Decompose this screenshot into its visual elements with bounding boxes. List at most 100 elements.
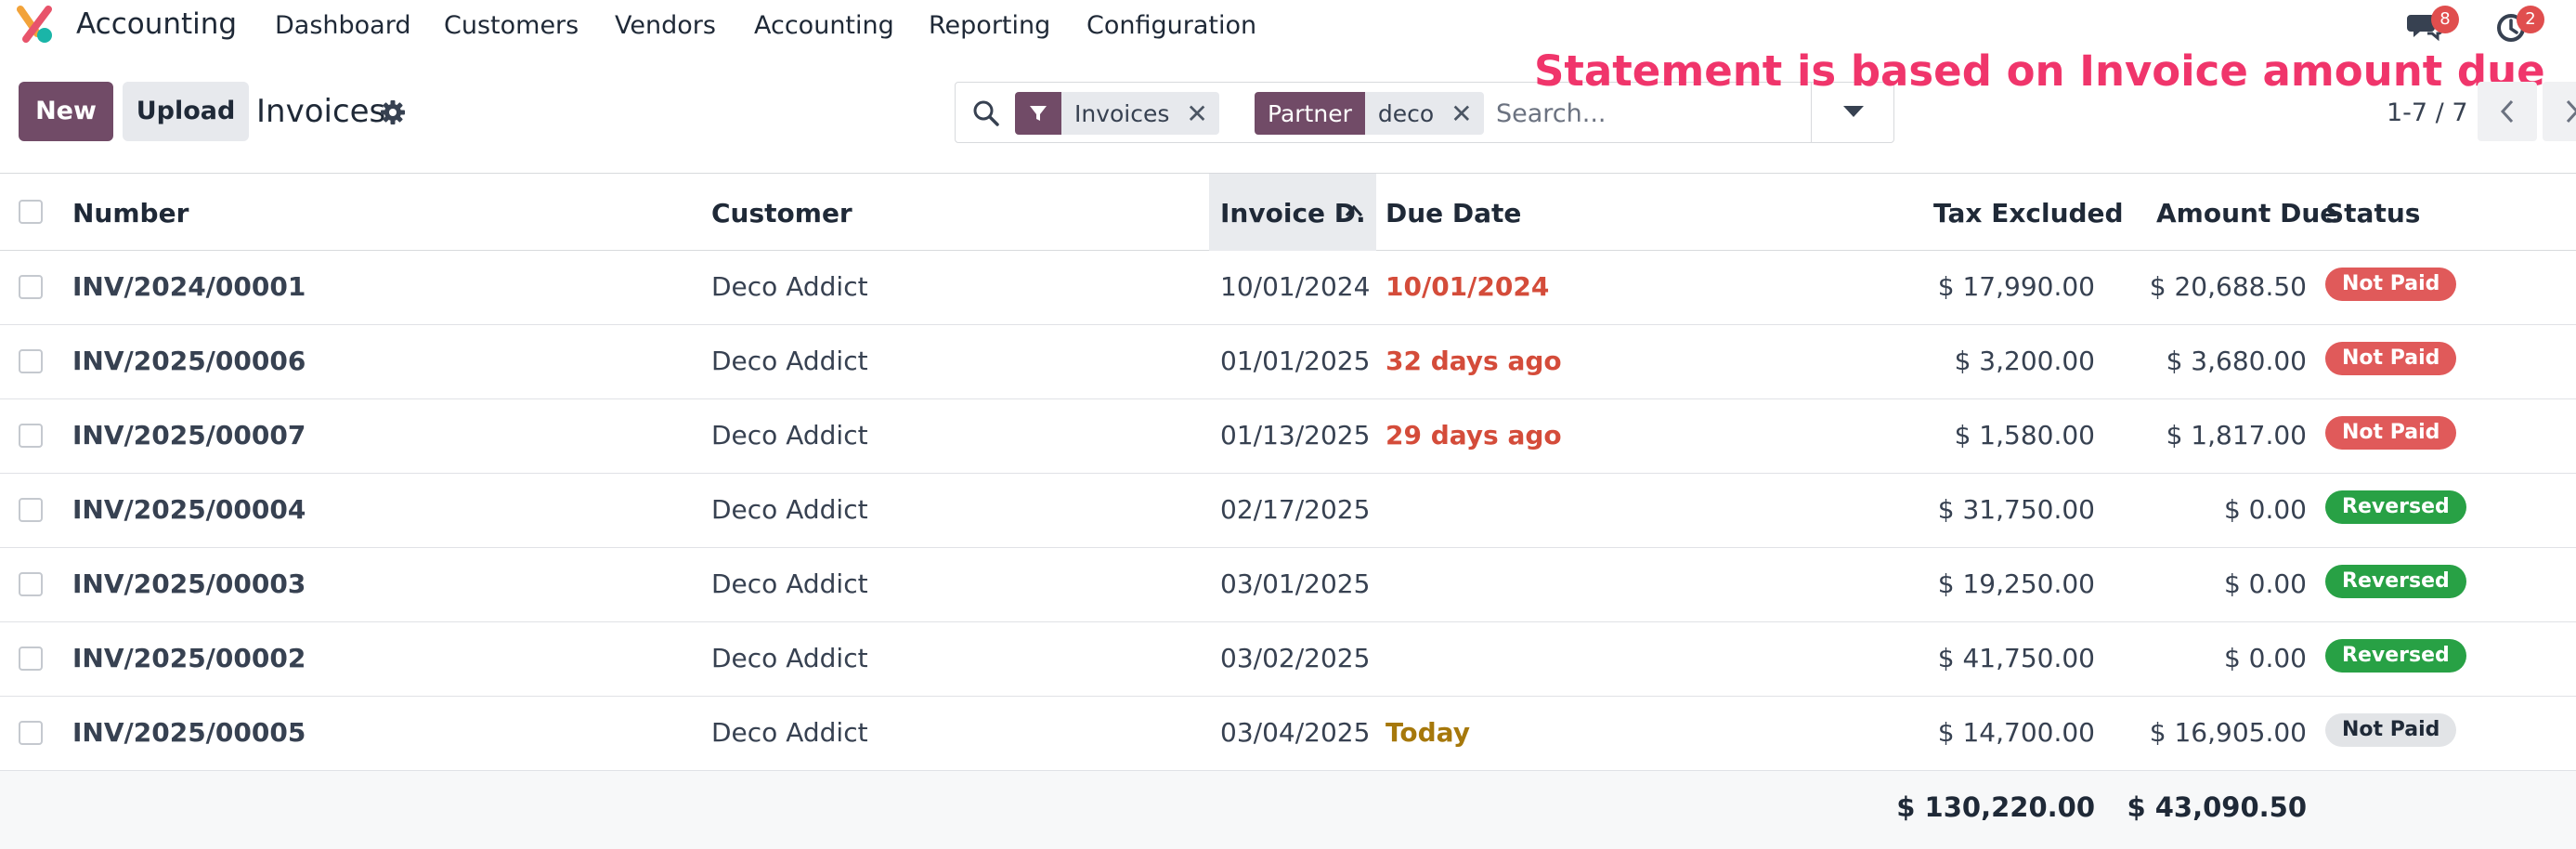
app-name[interactable]: Accounting [76,7,237,41]
row-checkbox[interactable] [19,498,43,522]
invoice-number: INV/2025/00007 [72,420,306,451]
table-row[interactable]: INV/2025/00005 Deco Addict 03/04/2025 Today… [0,697,2576,771]
invoice-number: INV/2025/00003 [72,568,306,599]
table-row[interactable]: INV/2025/00003 Deco Addict 03/01/2025 $ 19,… [0,548,2576,622]
amount-due: $ 16,905.00 [2149,717,2307,748]
page-title: Invoices [256,93,386,130]
upload-button[interactable]: Upload [123,82,249,141]
invoice-number: INV/2025/00005 [72,717,306,748]
status-badge: Reversed [2325,639,2466,673]
tax-excluded: $ 3,200.00 [1954,346,2095,376]
facet-partner-tag: Partner [1255,92,1365,135]
remove-facet-partner-close-icon[interactable]: ✕ [1451,98,1472,129]
activities-count-badge: 2 [2517,6,2544,33]
invoice-number: INV/2025/00004 [72,494,306,525]
status-badge: Reversed [2325,490,2466,524]
total-amount-due: $ 43,090.50 [2127,791,2307,823]
invoice-number: INV/2025/00002 [72,643,306,673]
status-badge: Not Paid [2325,713,2457,747]
customer-name: Deco Addict [711,643,868,673]
invoice-date: 03/04/2025 [1220,717,1371,748]
invoice-date: 01/13/2025 [1220,420,1371,451]
column-header-number[interactable]: Number [72,198,189,229]
status-badge: Not Paid [2325,416,2457,450]
chevron-right-icon [2566,99,2576,124]
menu-vendors[interactable]: Vendors [615,11,716,40]
messages-count-badge: 8 [2431,6,2459,33]
table-row[interactable]: INV/2024/00001 Deco Addict 10/01/2024 10/01… [0,251,2576,325]
facet-filter-invoices: Invoices ✕ [1015,92,1219,135]
due-date: 10/01/2024 [1386,271,1550,302]
due-date: 29 days ago [1386,420,1562,451]
column-header-customer[interactable]: Customer [711,198,852,229]
table-footer-totals: $ 130,220.00 $ 43,090.50 [0,771,2576,849]
tax-excluded: $ 41,750.00 [1937,643,2095,673]
column-header-due-date[interactable]: Due Date [1386,198,1521,229]
column-header-status[interactable]: Status [2325,198,2420,229]
customer-name: Deco Addict [711,494,868,525]
menu-dashboard[interactable]: Dashboard [275,11,410,40]
menu-reporting[interactable]: Reporting [929,11,1050,40]
customer-name: Deco Addict [711,717,868,748]
facet-partner-value: deco [1377,99,1435,127]
filter-icon [1015,92,1061,135]
customer-name: Deco Addict [711,568,868,599]
table-header: Number Customer Invoice D. Due Date Tax … [0,173,2576,251]
amount-due: $ 0.00 [2223,494,2307,525]
messages-button[interactable]: 8 [2405,6,2459,43]
table-row[interactable]: INV/2025/00007 Deco Addict 01/13/2025 29 da… [0,399,2576,474]
row-checkbox[interactable] [19,424,43,448]
invoice-number: INV/2024/00001 [72,271,306,302]
amount-due: $ 20,688.50 [2149,271,2307,302]
due-date: Today [1386,717,1470,748]
amount-due: $ 1,817.00 [2166,420,2307,451]
search-icon[interactable] [970,98,1002,129]
pager-value[interactable]: 1-7 / 7 [2387,98,2468,127]
menu-configuration[interactable]: Configuration [1086,11,1256,40]
status-badge: Reversed [2325,565,2466,598]
tax-excluded: $ 31,750.00 [1937,494,2095,525]
facet-invoices-label: Invoices [1074,99,1170,127]
tax-excluded: $ 14,700.00 [1937,717,2095,748]
column-header-amount-due[interactable]: Amount Due [2156,198,2337,229]
table-row[interactable]: INV/2025/00002 Deco Addict 03/02/2025 $ 41,… [0,622,2576,697]
search-input[interactable] [1496,94,1858,133]
facet-partner-deco: Partner deco ✕ [1255,92,1484,135]
tax-excluded: $ 1,580.00 [1954,420,2095,451]
menu-customers[interactable]: Customers [444,11,579,40]
due-date: 32 days ago [1386,346,1562,376]
amount-due: $ 3,680.00 [2166,346,2307,376]
pager-previous-button[interactable] [2478,82,2537,141]
row-checkbox[interactable] [19,275,43,299]
chevron-left-icon [2500,99,2514,124]
tax-excluded: $ 17,990.00 [1937,271,2095,302]
column-header-tax-excluded[interactable]: Tax Excluded [1933,198,2124,229]
annotation-note: Statement is based on Invoice amount due [1534,46,2545,96]
invoice-date: 03/01/2025 [1220,568,1371,599]
invoice-date: 02/17/2025 [1220,494,1371,525]
customer-name: Deco Addict [711,271,868,302]
new-button[interactable]: New [19,82,113,141]
amount-due: $ 0.00 [2223,643,2307,673]
row-checkbox[interactable] [19,572,43,596]
table-row[interactable]: INV/2025/00006 Deco Addict 01/01/2025 32 da… [0,325,2576,399]
amount-due: $ 0.00 [2223,568,2307,599]
row-checkbox[interactable] [19,721,43,745]
row-checkbox[interactable] [19,349,43,373]
accounting-app-icon[interactable] [17,6,56,45]
status-badge: Not Paid [2325,268,2457,301]
invoice-number: INV/2025/00006 [72,346,306,376]
remove-facet-invoices-close-icon[interactable]: ✕ [1186,98,1207,129]
select-all-checkbox[interactable] [19,200,43,224]
customer-name: Deco Addict [711,346,868,376]
row-checkbox[interactable] [19,647,43,671]
activities-button[interactable]: 2 [2492,6,2544,43]
tax-excluded: $ 19,250.00 [1937,568,2095,599]
customer-name: Deco Addict [711,420,868,451]
gear-icon[interactable] [379,98,407,126]
pager-next-button[interactable] [2543,82,2576,141]
table-row[interactable]: INV/2025/00004 Deco Addict 02/17/2025 $ 31,… [0,474,2576,548]
invoice-date: 01/01/2025 [1220,346,1371,376]
caret-down-icon [1843,106,1864,117]
menu-accounting[interactable]: Accounting [754,11,894,40]
